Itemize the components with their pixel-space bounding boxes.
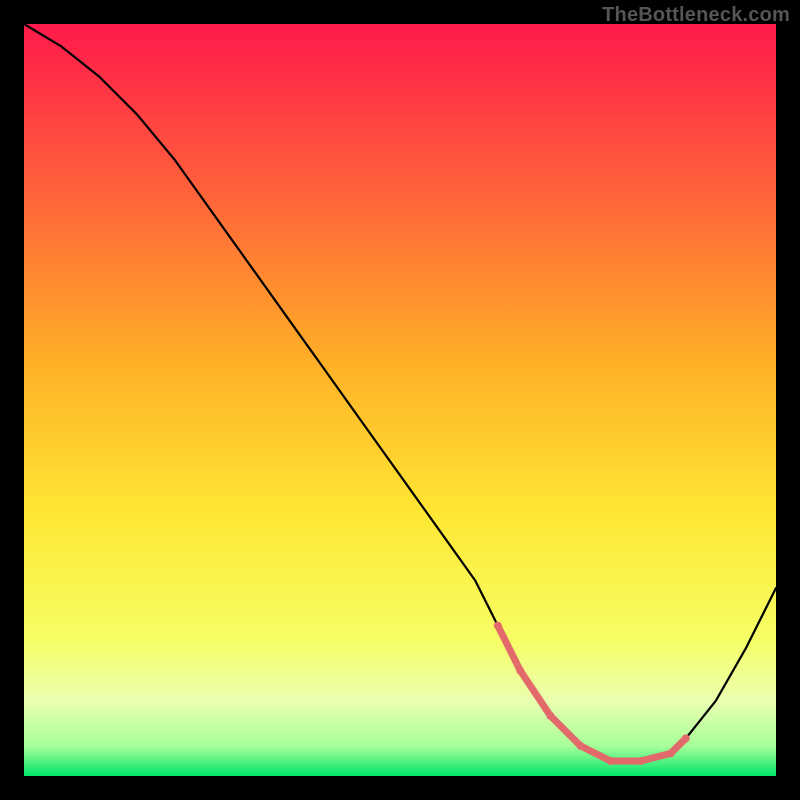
highlight-dot: [607, 757, 615, 765]
chart-stage: TheBottleneck.com: [0, 0, 800, 800]
highlight-dot: [682, 734, 690, 742]
highlight-dot: [577, 742, 585, 750]
bottleneck-chart: [0, 0, 800, 800]
highlight-dot: [546, 712, 554, 720]
highlight-dot: [637, 757, 645, 765]
highlight-dot: [494, 622, 502, 630]
highlight-dot: [516, 667, 524, 675]
highlight-dot: [667, 749, 675, 757]
watermark-text: TheBottleneck.com: [602, 4, 790, 27]
plot-background: [24, 24, 776, 776]
